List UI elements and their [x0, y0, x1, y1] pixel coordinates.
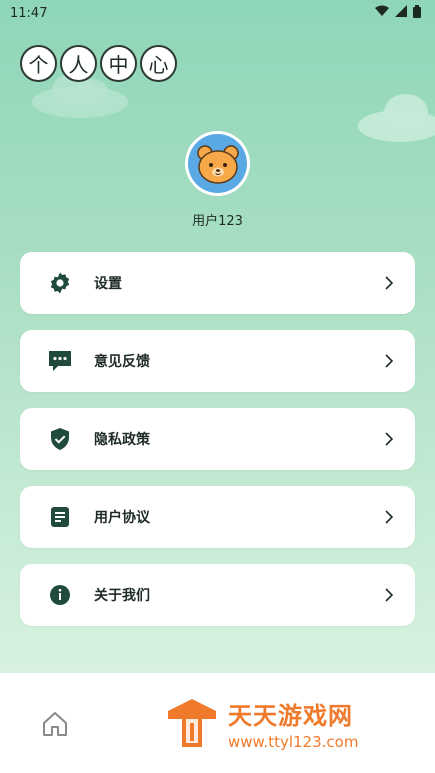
chevron-right-icon: [383, 432, 395, 446]
menu-item-label: 关于我们: [94, 588, 150, 604]
chevron-right-icon: [383, 276, 395, 290]
gear-icon: [46, 269, 74, 297]
chevron-right-icon: [383, 588, 395, 602]
menu-item-label: 意见反馈: [94, 354, 150, 370]
chevron-right-icon: [383, 354, 395, 368]
status-time: 11:47: [10, 5, 48, 21]
cloud-decoration-right: [358, 94, 435, 142]
watermark-title: 天天游戏网: [228, 701, 353, 730]
menu-item-feedback[interactable]: 意见反馈: [20, 330, 415, 392]
watermark-logo-icon: [164, 695, 220, 751]
battery-icon: [413, 4, 421, 22]
watermark-text: 天天游戏网 www.ttyl123.com: [228, 696, 358, 751]
menu-item-settings[interactable]: 设置: [20, 252, 415, 314]
chevron-right-icon: [383, 510, 395, 524]
menu-item-privacy-policy[interactable]: 隐私政策: [20, 408, 415, 470]
menu-item-label: 用户协议: [94, 510, 150, 526]
title-char: 心: [140, 45, 177, 82]
menu-list: 设置 意见反馈 隐私政策 用户协议 关于我们: [20, 252, 415, 642]
info-icon: [46, 581, 74, 609]
watermark: 天天游戏网 www.ttyl123.com: [142, 673, 435, 773]
message-icon: [46, 347, 74, 375]
title-char: 中: [100, 45, 137, 82]
shield-check-icon: [46, 425, 74, 453]
menu-item-label: 设置: [94, 276, 122, 292]
menu-item-user-agreement[interactable]: 用户协议: [20, 486, 415, 548]
page-title: 个 人 中 心: [20, 45, 177, 82]
title-char: 个: [20, 45, 57, 82]
title-char: 人: [60, 45, 97, 82]
menu-item-about-us[interactable]: 关于我们: [20, 564, 415, 626]
wifi-icon: [375, 5, 389, 21]
bear-avatar-icon: [188, 134, 247, 193]
bottom-nav-bar: 天天游戏网 www.ttyl123.com: [0, 673, 435, 773]
avatar[interactable]: [185, 131, 250, 196]
status-icons: [375, 4, 421, 22]
username: 用户123: [192, 214, 243, 229]
home-icon[interactable]: [41, 710, 69, 738]
document-icon: [46, 503, 74, 531]
status-bar: 11:47: [0, 0, 435, 26]
menu-item-label: 隐私政策: [94, 432, 150, 448]
signal-icon: [395, 5, 407, 21]
watermark-url: www.ttyl123.com: [228, 732, 359, 751]
